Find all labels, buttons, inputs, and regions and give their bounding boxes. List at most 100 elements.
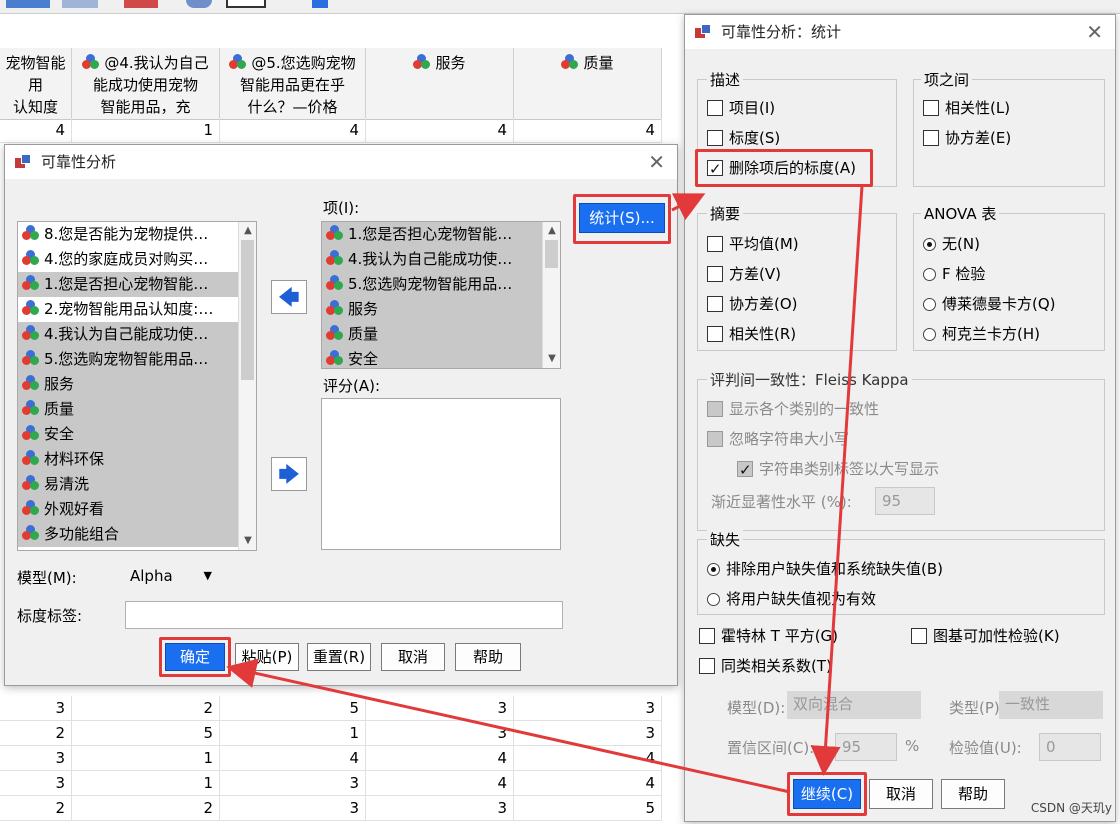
table-cell[interactable]: 4 xyxy=(514,746,662,771)
table-cell[interactable]: 3 xyxy=(0,746,72,771)
list-item[interactable]: 5.您选购宠物智能用品… xyxy=(322,272,560,297)
table-cell[interactable]: 3 xyxy=(514,721,662,746)
list-item[interactable]: 服务 xyxy=(322,297,560,322)
model-select[interactable]: Alpha ▼ xyxy=(123,561,221,589)
table-cell[interactable]: 3 xyxy=(366,721,514,746)
table-cell[interactable]: 2 xyxy=(72,796,220,821)
reset-button[interactable]: 重置(R) xyxy=(307,643,371,671)
table-cell[interactable]: 1 xyxy=(72,118,220,143)
list-item[interactable]: 8.您是否能为宠物提供… xyxy=(18,222,256,247)
summary-covariances-checkbox[interactable]: 协方差(O) xyxy=(707,293,798,315)
list-item[interactable]: 多功能组合 xyxy=(18,522,256,547)
stats-cancel-button[interactable]: 取消 xyxy=(869,779,933,809)
table-cell[interactable]: 2 xyxy=(0,796,72,821)
table-cell[interactable]: 4 xyxy=(220,118,366,143)
scale-if-deleted-checkbox[interactable]: 删除项后的标度(A) xyxy=(707,157,856,180)
column-header[interactable]: 服务 xyxy=(366,48,514,120)
variances-checkbox[interactable]: 方差(V) xyxy=(707,263,781,285)
table-cell[interactable]: 3 xyxy=(514,696,662,721)
table-cell[interactable]: 2 xyxy=(0,721,72,746)
list-item[interactable]: 安全 xyxy=(18,422,256,447)
ok-button[interactable]: 确定 xyxy=(165,643,225,671)
table-cell[interactable]: 1 xyxy=(72,771,220,796)
statistics-button[interactable]: 统计(S)... xyxy=(579,203,665,233)
table-cell[interactable]: 3 xyxy=(220,771,366,796)
table-cell[interactable]: 5 xyxy=(220,696,366,721)
ratings-list[interactable] xyxy=(321,398,561,550)
hotelling-checkbox[interactable]: 霍特林 T 平方(G) xyxy=(699,625,838,647)
list-item[interactable]: 4.您的家庭成员对购买… xyxy=(18,247,256,272)
table-cell[interactable]: 5 xyxy=(72,721,220,746)
table-cell[interactable]: 4 xyxy=(0,118,72,143)
cancel-button[interactable]: 取消 xyxy=(381,643,445,671)
significance-level-input[interactable]: 95 xyxy=(875,487,935,515)
anova-f-test-radio[interactable]: F 检验 xyxy=(923,263,985,285)
grid-view-icon[interactable] xyxy=(6,0,50,8)
list-item[interactable]: 材料环保 xyxy=(18,447,256,472)
list-item[interactable]: 5.您选购宠物智能用品… xyxy=(18,347,256,372)
tukey-checkbox[interactable]: 图基可加性检验(K) xyxy=(911,625,1060,647)
chart-icon[interactable] xyxy=(124,0,158,8)
table-cell[interactable]: 2 xyxy=(72,696,220,721)
circle-icon[interactable] xyxy=(186,0,212,8)
column-header[interactable]: 宠物智能用 认知度 xyxy=(0,48,72,120)
list-item[interactable]: 易清洗 xyxy=(18,472,256,497)
table-cell[interactable]: 1 xyxy=(72,746,220,771)
table-cell[interactable]: 3 xyxy=(220,796,366,821)
table-cell[interactable]: 3 xyxy=(366,796,514,821)
exclude-missing-radio[interactable]: 排除用户缺失值和系统缺失值(B) xyxy=(707,558,943,580)
move-ratings-button[interactable]: 🡆 xyxy=(271,457,307,491)
list-item[interactable]: 4.我认为自己能成功使… xyxy=(18,322,256,347)
list-item[interactable]: 1.您是否担心宠物智能… xyxy=(322,222,560,247)
scale-icon[interactable] xyxy=(226,0,266,8)
source-variable-list[interactable]: 8.您是否能为宠物提供… 4.您的家庭成员对购买… 1.您是否担心宠物智能… 2.宠物… xyxy=(17,221,257,551)
scroll-down-icon[interactable]: ▼ xyxy=(239,532,256,550)
icc-type-select[interactable]: 一致性 xyxy=(999,691,1103,719)
close-icon[interactable]: ✕ xyxy=(648,145,665,179)
table-icon[interactable] xyxy=(62,0,98,8)
source-list-scrollbar[interactable]: ▲ ▼ xyxy=(238,222,256,550)
scroll-up-icon[interactable]: ▲ xyxy=(543,222,560,240)
icc-model-select[interactable]: 双向混合 xyxy=(787,691,921,719)
scroll-thumb[interactable] xyxy=(545,240,558,268)
close-icon[interactable]: ✕ xyxy=(1086,15,1103,49)
table-cell[interactable]: 4 xyxy=(514,771,662,796)
means-checkbox[interactable]: 平均值(M) xyxy=(707,233,799,255)
table-cell[interactable]: 4 xyxy=(366,746,514,771)
table-cell[interactable]: 4 xyxy=(366,118,514,143)
table-cell[interactable]: 3 xyxy=(0,696,72,721)
show-each-category-checkbox[interactable]: 显示各个类别的一致性 xyxy=(707,398,879,420)
anova-cochran-radio[interactable]: 柯克兰卡方(H) xyxy=(923,323,1040,345)
icc-checkbox[interactable]: 同类相关系数(T) xyxy=(699,655,832,677)
table-cell[interactable]: 4 xyxy=(514,118,662,143)
inter-item-correlations-checkbox[interactable]: 相关性(L) xyxy=(923,97,1010,119)
table-cell[interactable]: 4 xyxy=(366,771,514,796)
table-cell[interactable]: 5 xyxy=(514,796,662,821)
list-item[interactable]: 质量 xyxy=(18,397,256,422)
confidence-interval-input[interactable]: 95 xyxy=(835,733,897,761)
help-button[interactable]: 帮助 xyxy=(455,643,521,671)
continue-button[interactable]: 继续(C) xyxy=(793,779,861,809)
list-item[interactable]: 服务 xyxy=(18,372,256,397)
list-item[interactable]: 质量 xyxy=(322,322,560,347)
list-item[interactable]: 外观好看 xyxy=(18,497,256,522)
table-cell[interactable]: 3 xyxy=(0,771,72,796)
column-header[interactable]: @4.我认为自己 能成功使用宠物 智能用品，充 xyxy=(72,48,220,120)
column-header[interactable]: @5.您选购宠物 智能用品更在乎 什么？—价格 xyxy=(220,48,366,120)
column-header[interactable]: 质量 xyxy=(514,48,662,120)
item-checkbox[interactable]: 项目(I) xyxy=(707,97,775,119)
anova-none-radio[interactable]: 无(N) xyxy=(923,233,980,255)
scroll-thumb[interactable] xyxy=(241,240,254,380)
table-cell[interactable]: 3 xyxy=(366,696,514,721)
arrow-down-icon[interactable] xyxy=(312,0,328,8)
scale-label-input[interactable] xyxy=(125,601,563,629)
test-value-input[interactable]: 0 xyxy=(1039,733,1101,761)
list-item[interactable]: 4.我认为自己能成功使… xyxy=(322,247,560,272)
treat-missing-valid-radio[interactable]: 将用户缺失值视为有效 xyxy=(707,588,876,610)
summary-correlations-checkbox[interactable]: 相关性(R) xyxy=(707,323,796,345)
ignore-case-checkbox[interactable]: 忽略字符串大小写 xyxy=(707,428,849,450)
list-item[interactable]: 1.您是否担心宠物智能… xyxy=(18,272,256,297)
items-list-scrollbar[interactable]: ▲ ▼ xyxy=(542,222,560,368)
inter-item-covariances-checkbox[interactable]: 协方差(E) xyxy=(923,127,1011,149)
paste-button[interactable]: 粘贴(P) xyxy=(235,643,299,671)
